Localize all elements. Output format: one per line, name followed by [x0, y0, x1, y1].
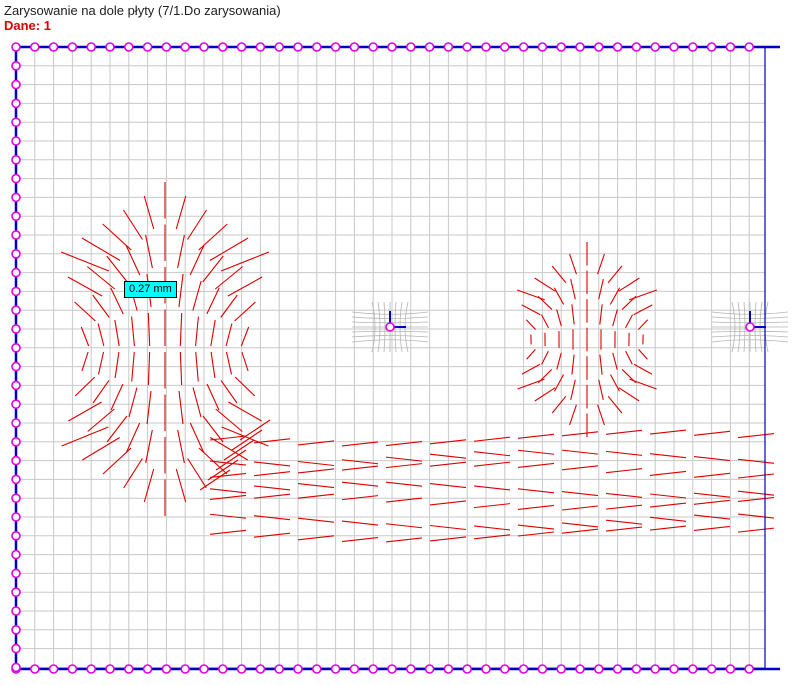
column-mesh — [351, 301, 789, 353]
edge-supports — [11, 42, 755, 674]
crack-pattern — [60, 182, 775, 543]
slab-crack-plot[interactable] — [0, 0, 803, 685]
crack-width-tooltip: 0.27 mm — [124, 281, 177, 298]
grid — [15, 46, 765, 669]
column-supports[interactable] — [385, 311, 766, 332]
slab-border — [14, 45, 780, 671]
